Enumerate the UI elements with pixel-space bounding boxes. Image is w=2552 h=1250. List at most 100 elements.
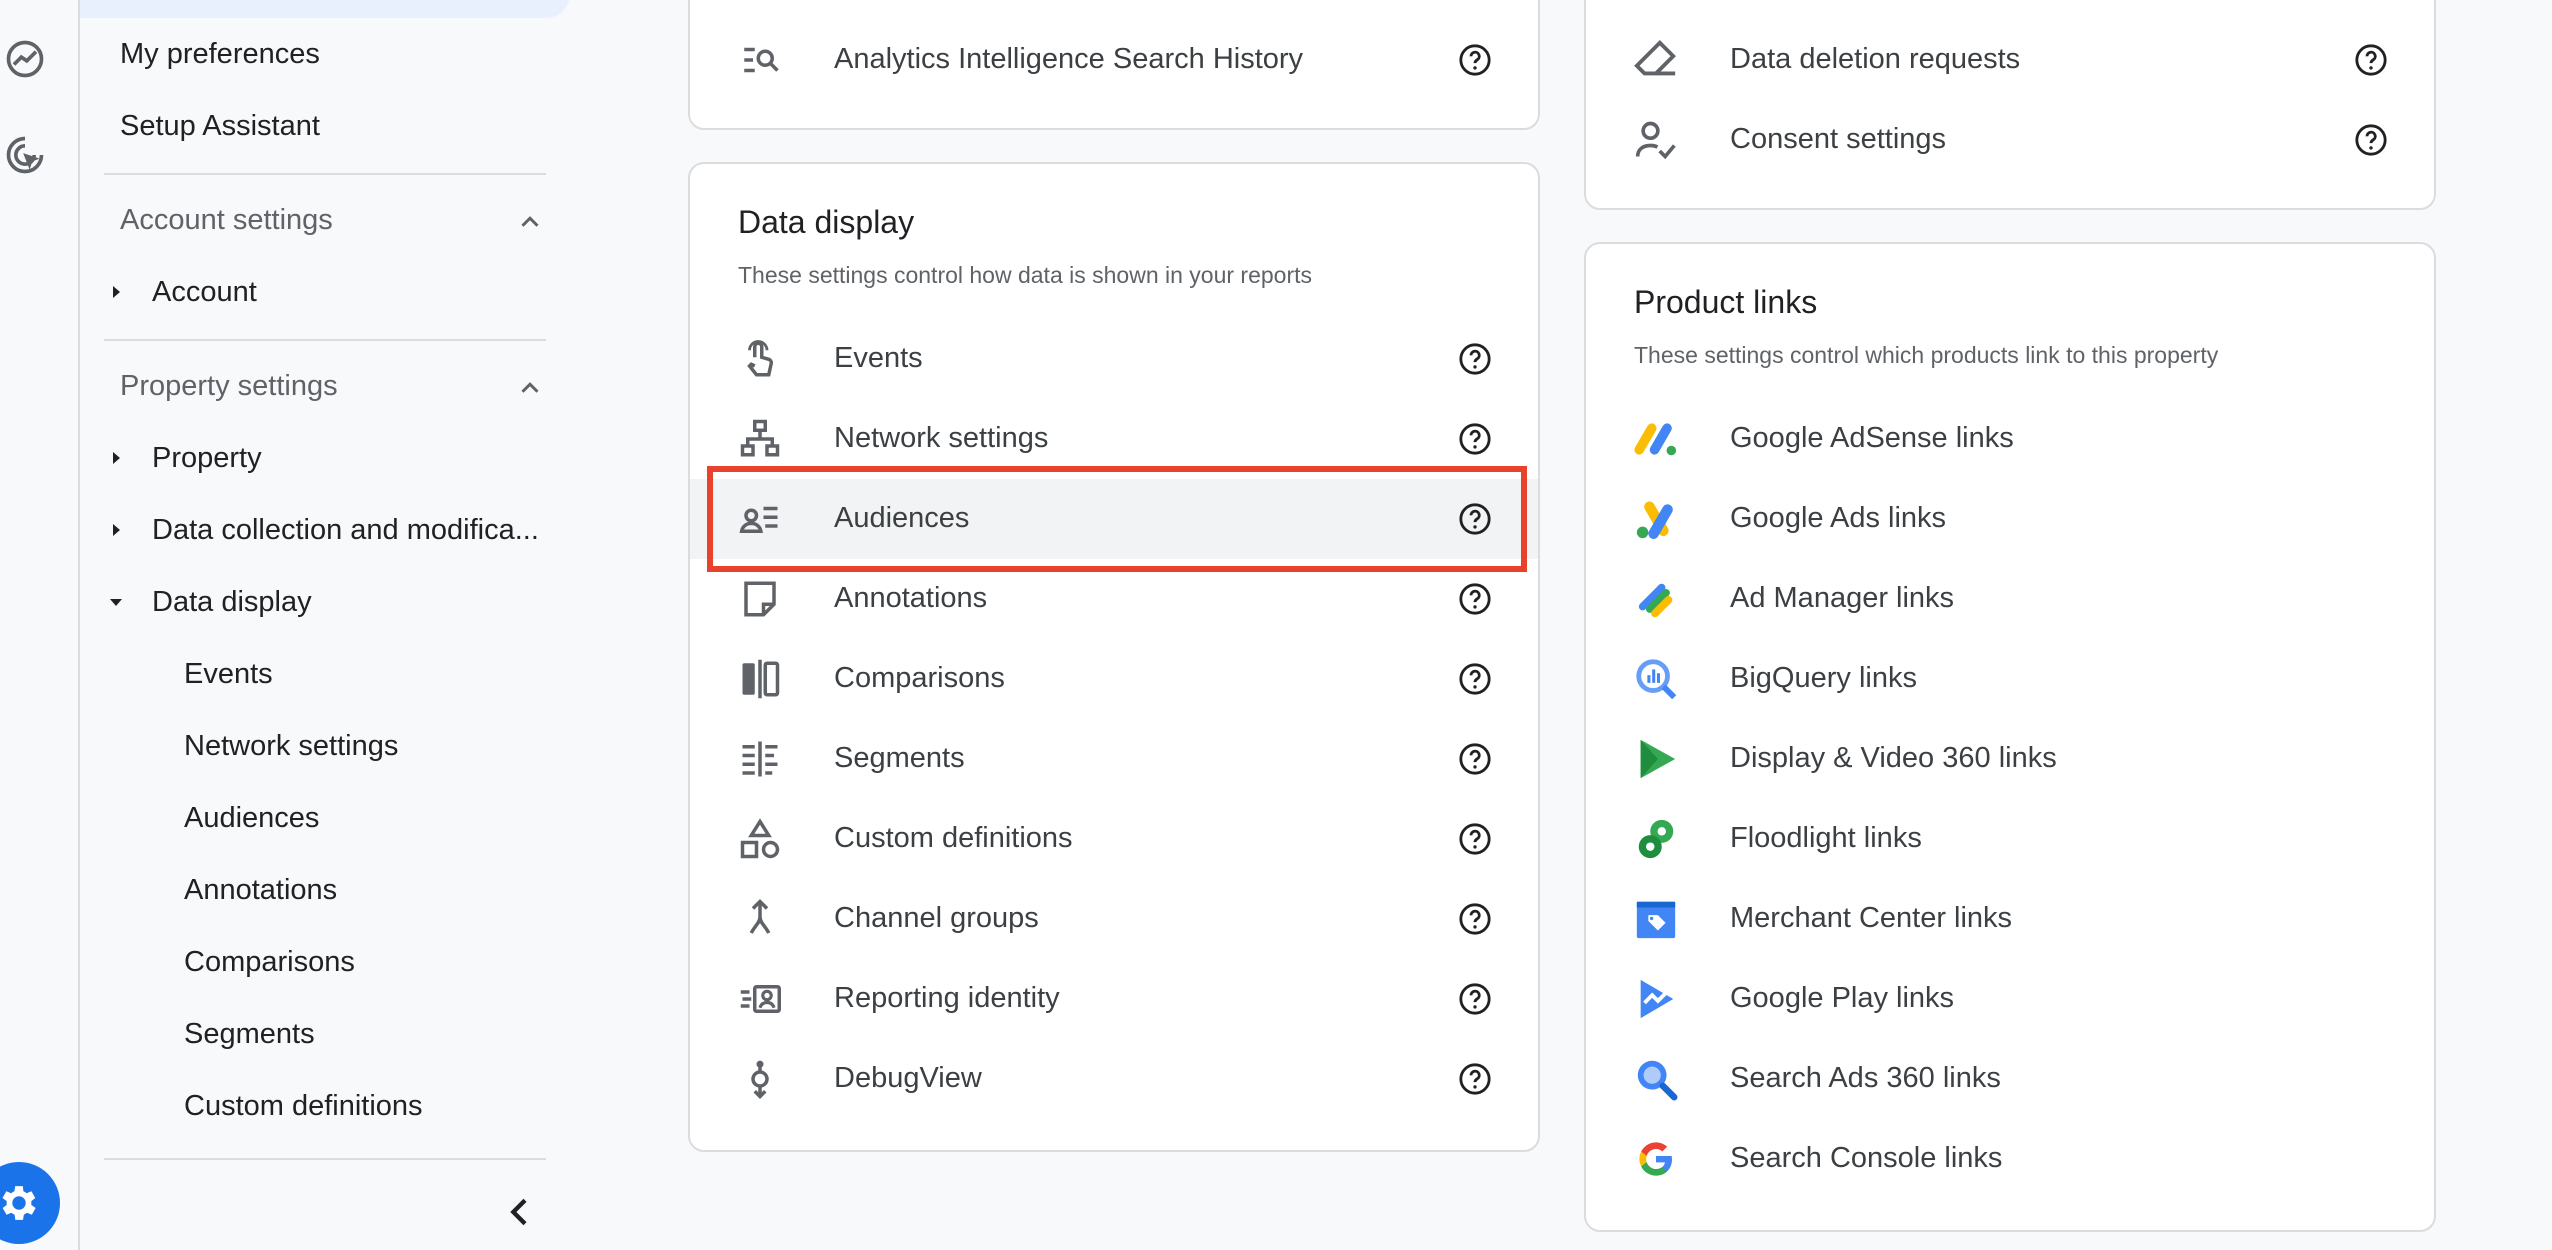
link-row-adsense[interactable]: Google AdSense links: [1586, 399, 2434, 479]
row-label: Display & Video 360 links: [1730, 742, 2057, 774]
google-ads-icon: [1632, 495, 1680, 543]
nav-selected-pill: [80, 0, 570, 18]
merchant-center-icon: [1632, 895, 1680, 943]
nav-subitem-audiences[interactable]: Audiences: [184, 802, 319, 835]
chevron-up-icon[interactable]: [515, 373, 545, 403]
advertising-icon[interactable]: [2, 132, 48, 178]
nav-subitem-network-settings[interactable]: Network settings: [184, 730, 398, 763]
link-row-google-play[interactable]: Google Play links: [1586, 959, 2434, 1039]
card-title: Product links: [1634, 284, 1818, 320]
row-label: Network settings: [834, 422, 1049, 454]
caret-down-icon[interactable]: [104, 590, 128, 614]
help-icon[interactable]: [1458, 1062, 1492, 1096]
data-privacy-card: Data deletion requests Consent settings: [1584, 0, 2436, 210]
settings-row-debugview[interactable]: DebugView: [690, 1039, 1538, 1119]
settings-nav: My preferences Setup Assistant Account s…: [80, 0, 570, 1250]
help-icon[interactable]: [1458, 742, 1492, 776]
row-label: Reporting identity: [834, 982, 1060, 1014]
row-label: Google Play links: [1730, 982, 1955, 1014]
nav-item-data-collection[interactable]: Data collection and modifica...: [152, 514, 539, 547]
chevron-up-icon[interactable]: [515, 207, 545, 237]
help-icon[interactable]: [2354, 43, 2388, 77]
nav-divider: [104, 1158, 546, 1160]
help-icon[interactable]: [1458, 822, 1492, 856]
row-label: Comparisons: [834, 662, 1005, 694]
link-row-bigquery[interactable]: BigQuery links: [1586, 639, 2434, 719]
caret-right-icon[interactable]: [104, 280, 128, 304]
help-icon[interactable]: [1458, 582, 1492, 616]
link-row-floodlight[interactable]: Floodlight links: [1586, 799, 2434, 879]
settings-row-reporting-identity[interactable]: Reporting identity: [690, 959, 1538, 1039]
link-row-ad-manager[interactable]: Ad Manager links: [1586, 559, 2434, 639]
nav-item-data-display[interactable]: Data display: [152, 586, 312, 619]
row-label: Consent settings: [1730, 123, 1947, 155]
eraser-icon: [1632, 36, 1680, 84]
nav-subitem-comparisons[interactable]: Comparisons: [184, 946, 355, 979]
settings-row-events[interactable]: Events: [690, 319, 1538, 399]
settings-row-custom-definitions[interactable]: Custom definitions: [690, 799, 1538, 879]
nav-item-my-preferences[interactable]: My preferences: [120, 38, 320, 71]
card-title: Data display: [738, 204, 915, 240]
row-label: Google Ads links: [1730, 502, 1947, 534]
help-icon[interactable]: [1458, 982, 1492, 1016]
search-history-icon: [736, 36, 784, 84]
google-g-icon: [1632, 1135, 1680, 1183]
note-icon: [736, 575, 784, 623]
row-label: Annotations: [834, 582, 988, 614]
search-ads-icon: [1632, 1055, 1680, 1103]
settings-row[interactable]: Analytics Intelligence Search History: [690, 20, 1538, 100]
settings-row-segments[interactable]: Segments: [690, 719, 1538, 799]
row-label: Data deletion requests: [1730, 43, 2021, 75]
row-label: Ad Manager links: [1730, 582, 1955, 614]
floodlight-icon: [1632, 815, 1680, 863]
audiences-highlight-box: [707, 466, 1527, 572]
link-row-merchant-center[interactable]: Merchant Center links: [1586, 879, 2434, 959]
nav-section-account-settings[interactable]: Account settings: [120, 204, 333, 237]
identity-icon: [736, 975, 784, 1023]
link-row-dv360[interactable]: Display & Video 360 links: [1586, 719, 2434, 799]
help-icon[interactable]: [1458, 902, 1492, 936]
shapes-icon: [736, 815, 784, 863]
row-label: Channel groups: [834, 902, 1039, 934]
nav-subitem-segments[interactable]: Segments: [184, 1018, 315, 1051]
nav-item-account[interactable]: Account: [152, 276, 257, 309]
settings-row-channel-groups[interactable]: Channel groups: [690, 879, 1538, 959]
adsense-icon: [1632, 415, 1680, 463]
help-icon[interactable]: [1458, 43, 1492, 77]
settings-row-comparisons[interactable]: Comparisons: [690, 639, 1538, 719]
row-label: Merchant Center links: [1730, 902, 2013, 934]
nav-subitem-events[interactable]: Events: [184, 658, 273, 691]
row-label: Events: [834, 342, 923, 374]
help-icon[interactable]: [1458, 422, 1492, 456]
row-label: Segments: [834, 742, 965, 774]
gear-icon: [2, 1186, 36, 1220]
dv360-icon: [1632, 735, 1680, 783]
search-history-card: Analytics Intelligence Search History: [688, 0, 1540, 130]
row-label: Search Console links: [1730, 1142, 2003, 1174]
caret-right-icon[interactable]: [104, 446, 128, 470]
settings-row-data-deletion[interactable]: Data deletion requests: [1586, 20, 2434, 100]
link-row-search-console[interactable]: Search Console links: [1586, 1119, 2434, 1199]
reports-icon[interactable]: [2, 36, 48, 82]
help-icon[interactable]: [2354, 123, 2388, 157]
help-icon[interactable]: [1458, 342, 1492, 376]
nav-subitem-annotations[interactable]: Annotations: [184, 874, 337, 907]
network-icon: [736, 415, 784, 463]
product-links-card: Product links These settings control whi…: [1584, 242, 2436, 1232]
nav-subitem-custom-definitions[interactable]: Custom definitions: [184, 1090, 423, 1123]
data-display-card: Data display These settings control how …: [688, 162, 1540, 1152]
nav-section-property-settings[interactable]: Property settings: [120, 370, 338, 403]
caret-right-icon[interactable]: [104, 518, 128, 542]
collapse-nav-chevron-left-icon[interactable]: [500, 1192, 540, 1232]
nav-item-setup-assistant[interactable]: Setup Assistant: [120, 110, 320, 143]
comparisons-icon: [736, 655, 784, 703]
bigquery-icon: [1632, 655, 1680, 703]
nav-item-property[interactable]: Property: [152, 442, 262, 475]
admin-gear-button[interactable]: [0, 1162, 60, 1244]
row-label: Search Ads 360 links: [1730, 1062, 2001, 1094]
link-row-search-ads-360[interactable]: Search Ads 360 links: [1586, 1039, 2434, 1119]
help-icon[interactable]: [1458, 662, 1492, 696]
settings-row-consent[interactable]: Consent settings: [1586, 100, 2434, 180]
link-row-google-ads[interactable]: Google Ads links: [1586, 479, 2434, 559]
row-label: Floodlight links: [1730, 822, 1922, 854]
